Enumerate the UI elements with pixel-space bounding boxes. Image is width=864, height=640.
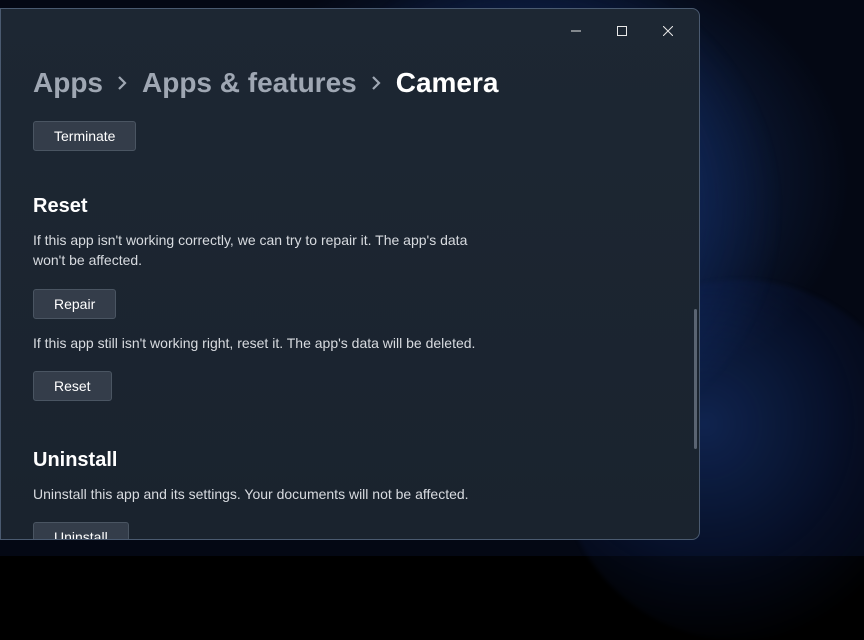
reset-description: If this app still isn't working right, r… — [33, 333, 553, 353]
maximize-button[interactable] — [599, 15, 645, 47]
close-button[interactable] — [645, 15, 691, 47]
repair-button[interactable]: Repair — [33, 289, 116, 319]
minimize-icon — [571, 26, 581, 36]
breadcrumb-item-apps-features[interactable]: Apps & features — [142, 67, 357, 99]
uninstall-section-title: Uninstall — [33, 449, 667, 472]
minimize-button[interactable] — [553, 15, 599, 47]
terminate-button[interactable]: Terminate — [33, 121, 136, 151]
breadcrumb-item-current: Camera — [396, 67, 499, 99]
repair-description: If this app isn't working correctly, we … — [33, 230, 493, 271]
breadcrumb: Apps Apps & features Camera — [33, 67, 667, 99]
breadcrumb-item-apps[interactable]: Apps — [33, 67, 103, 99]
scrollbar[interactable] — [693, 149, 697, 439]
close-icon — [663, 26, 673, 36]
chevron-right-icon — [371, 75, 382, 91]
scrollbar-thumb[interactable] — [694, 309, 697, 449]
titlebar — [553, 9, 699, 53]
maximize-icon — [617, 26, 627, 36]
reset-button[interactable]: Reset — [33, 371, 112, 401]
content-pane: Apps Apps & features Camera Terminate Re… — [1, 67, 699, 539]
uninstall-description: Uninstall this app and its settings. You… — [33, 484, 493, 504]
reset-section-title: Reset — [33, 195, 667, 218]
chevron-right-icon — [117, 75, 128, 91]
uninstall-button[interactable]: Uninstall — [33, 522, 129, 539]
settings-window: Apps Apps & features Camera Terminate Re… — [0, 8, 700, 540]
